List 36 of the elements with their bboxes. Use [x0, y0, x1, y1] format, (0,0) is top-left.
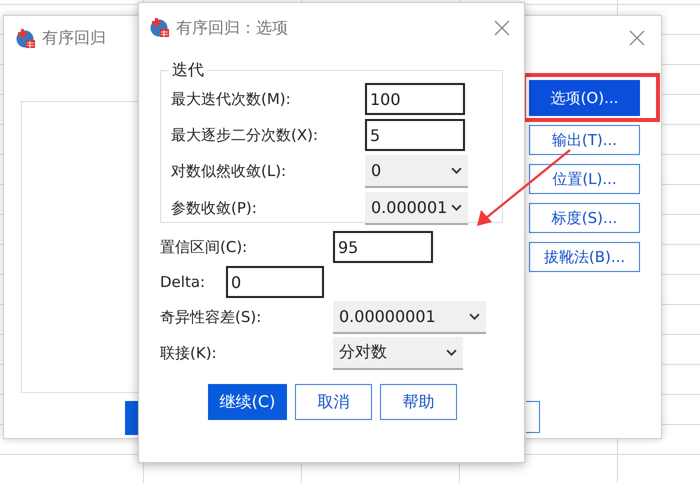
dropdown[interactable]: 分对数 [333, 337, 463, 370]
text-field[interactable]: 95 [333, 231, 433, 263]
field-label: 置信区间(C): [160, 238, 248, 256]
window-title: 有序回归 [42, 28, 106, 49]
dialog-button[interactable]: 帮助 [380, 384, 457, 420]
dialog-button[interactable]: 继续(C) [208, 384, 287, 420]
app-icon [16, 28, 36, 48]
field-label: Delta: [160, 273, 206, 291]
field-label: 最大逐步二分次数(X): [171, 126, 320, 144]
dropdown[interactable]: 0.000001 [365, 192, 468, 225]
side-button[interactable]: 拔靴法(B)... [529, 242, 640, 272]
dropdown[interactable]: 0 [365, 155, 468, 188]
field-label: 参数收敛(P): [171, 199, 258, 218]
chevron-down-icon [451, 167, 462, 174]
app-icon [150, 18, 170, 38]
dropdown[interactable]: 0.00000001 [333, 301, 486, 334]
chevron-down-icon [469, 313, 480, 320]
button[interactable] [125, 401, 139, 435]
field-label: 最大迭代次数(M): [171, 90, 292, 108]
dialog-title: 有序回归：选项 [176, 18, 288, 38]
side-button[interactable]: 选项(O)... [529, 80, 640, 116]
side-button[interactable]: 位置(L)... [529, 164, 640, 194]
chevron-down-icon [446, 349, 457, 356]
side-button[interactable]: 标度(S)... [529, 203, 640, 233]
field-label: 奇异性容差(S): [160, 308, 262, 327]
text-field[interactable]: 0 [226, 266, 324, 298]
close-icon[interactable] [494, 20, 510, 36]
field-label: 对数似然收敛(L): [171, 162, 288, 181]
chevron-down-icon [451, 204, 462, 211]
text-field[interactable]: 100 [365, 83, 465, 115]
side-button[interactable]: 输出(T)... [529, 125, 640, 155]
close-icon[interactable] [629, 30, 645, 46]
button[interactable] [526, 401, 540, 433]
dialog-button[interactable]: 取消 [295, 384, 372, 420]
field-label: 联接(K): [160, 344, 218, 363]
text-field[interactable]: 5 [365, 119, 465, 151]
